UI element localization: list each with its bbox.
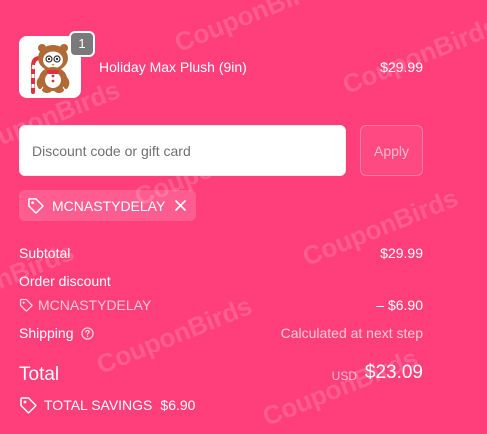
total-amount: $23.09 bbox=[364, 362, 423, 383]
product-thumbnail: 1 bbox=[19, 31, 95, 98]
watermark-text: CouponBirds bbox=[258, 342, 423, 432]
order-discount-row: Order discount bbox=[19, 273, 423, 289]
discount-value: – $6.90 bbox=[376, 297, 423, 313]
subtotal-value: $29.99 bbox=[380, 245, 423, 261]
question-circle-icon[interactable] bbox=[80, 326, 94, 340]
tag-icon bbox=[19, 298, 33, 312]
order-discount-label: Order discount bbox=[19, 273, 111, 289]
tag-icon bbox=[27, 197, 44, 214]
applied-code-label: MCNASTYDELAY bbox=[52, 197, 166, 214]
product-price: $29.99 bbox=[380, 59, 423, 75]
total-savings-row: TOTAL SAVINGS $6.90 bbox=[19, 396, 195, 414]
shipping-value: Calculated at next step bbox=[280, 325, 423, 341]
applied-discount-chip: MCNASTYDELAY bbox=[19, 190, 196, 221]
apply-button[interactable]: Apply bbox=[360, 125, 423, 176]
discount-code-row: MCNASTYDELAY – $6.90 bbox=[19, 297, 423, 313]
product-row: 1 Holiday Max Plush (9in) $29.99 bbox=[19, 31, 423, 100]
quantity-badge: 1 bbox=[69, 31, 95, 57]
total-savings-label: TOTAL SAVINGS bbox=[44, 397, 153, 413]
subtotal-label: Subtotal bbox=[19, 245, 71, 261]
shipping-row: Shipping Calculated at next step bbox=[19, 325, 423, 341]
total-currency: USD bbox=[331, 369, 357, 383]
savings-tag-icon bbox=[19, 396, 37, 414]
discount-code-text: MCNASTYDELAY bbox=[38, 297, 152, 313]
total-savings-amount: $6.90 bbox=[160, 397, 196, 413]
total-row: Total USD $23.09 bbox=[19, 362, 423, 386]
total-label: Total bbox=[19, 364, 60, 385]
product-name: Holiday Max Plush (9in) bbox=[99, 59, 247, 75]
subtotal-row: Subtotal $29.99 bbox=[19, 245, 423, 261]
discount-code-input[interactable] bbox=[19, 125, 346, 176]
remove-code-close-icon[interactable] bbox=[172, 198, 188, 214]
shipping-label: Shipping bbox=[19, 325, 74, 341]
